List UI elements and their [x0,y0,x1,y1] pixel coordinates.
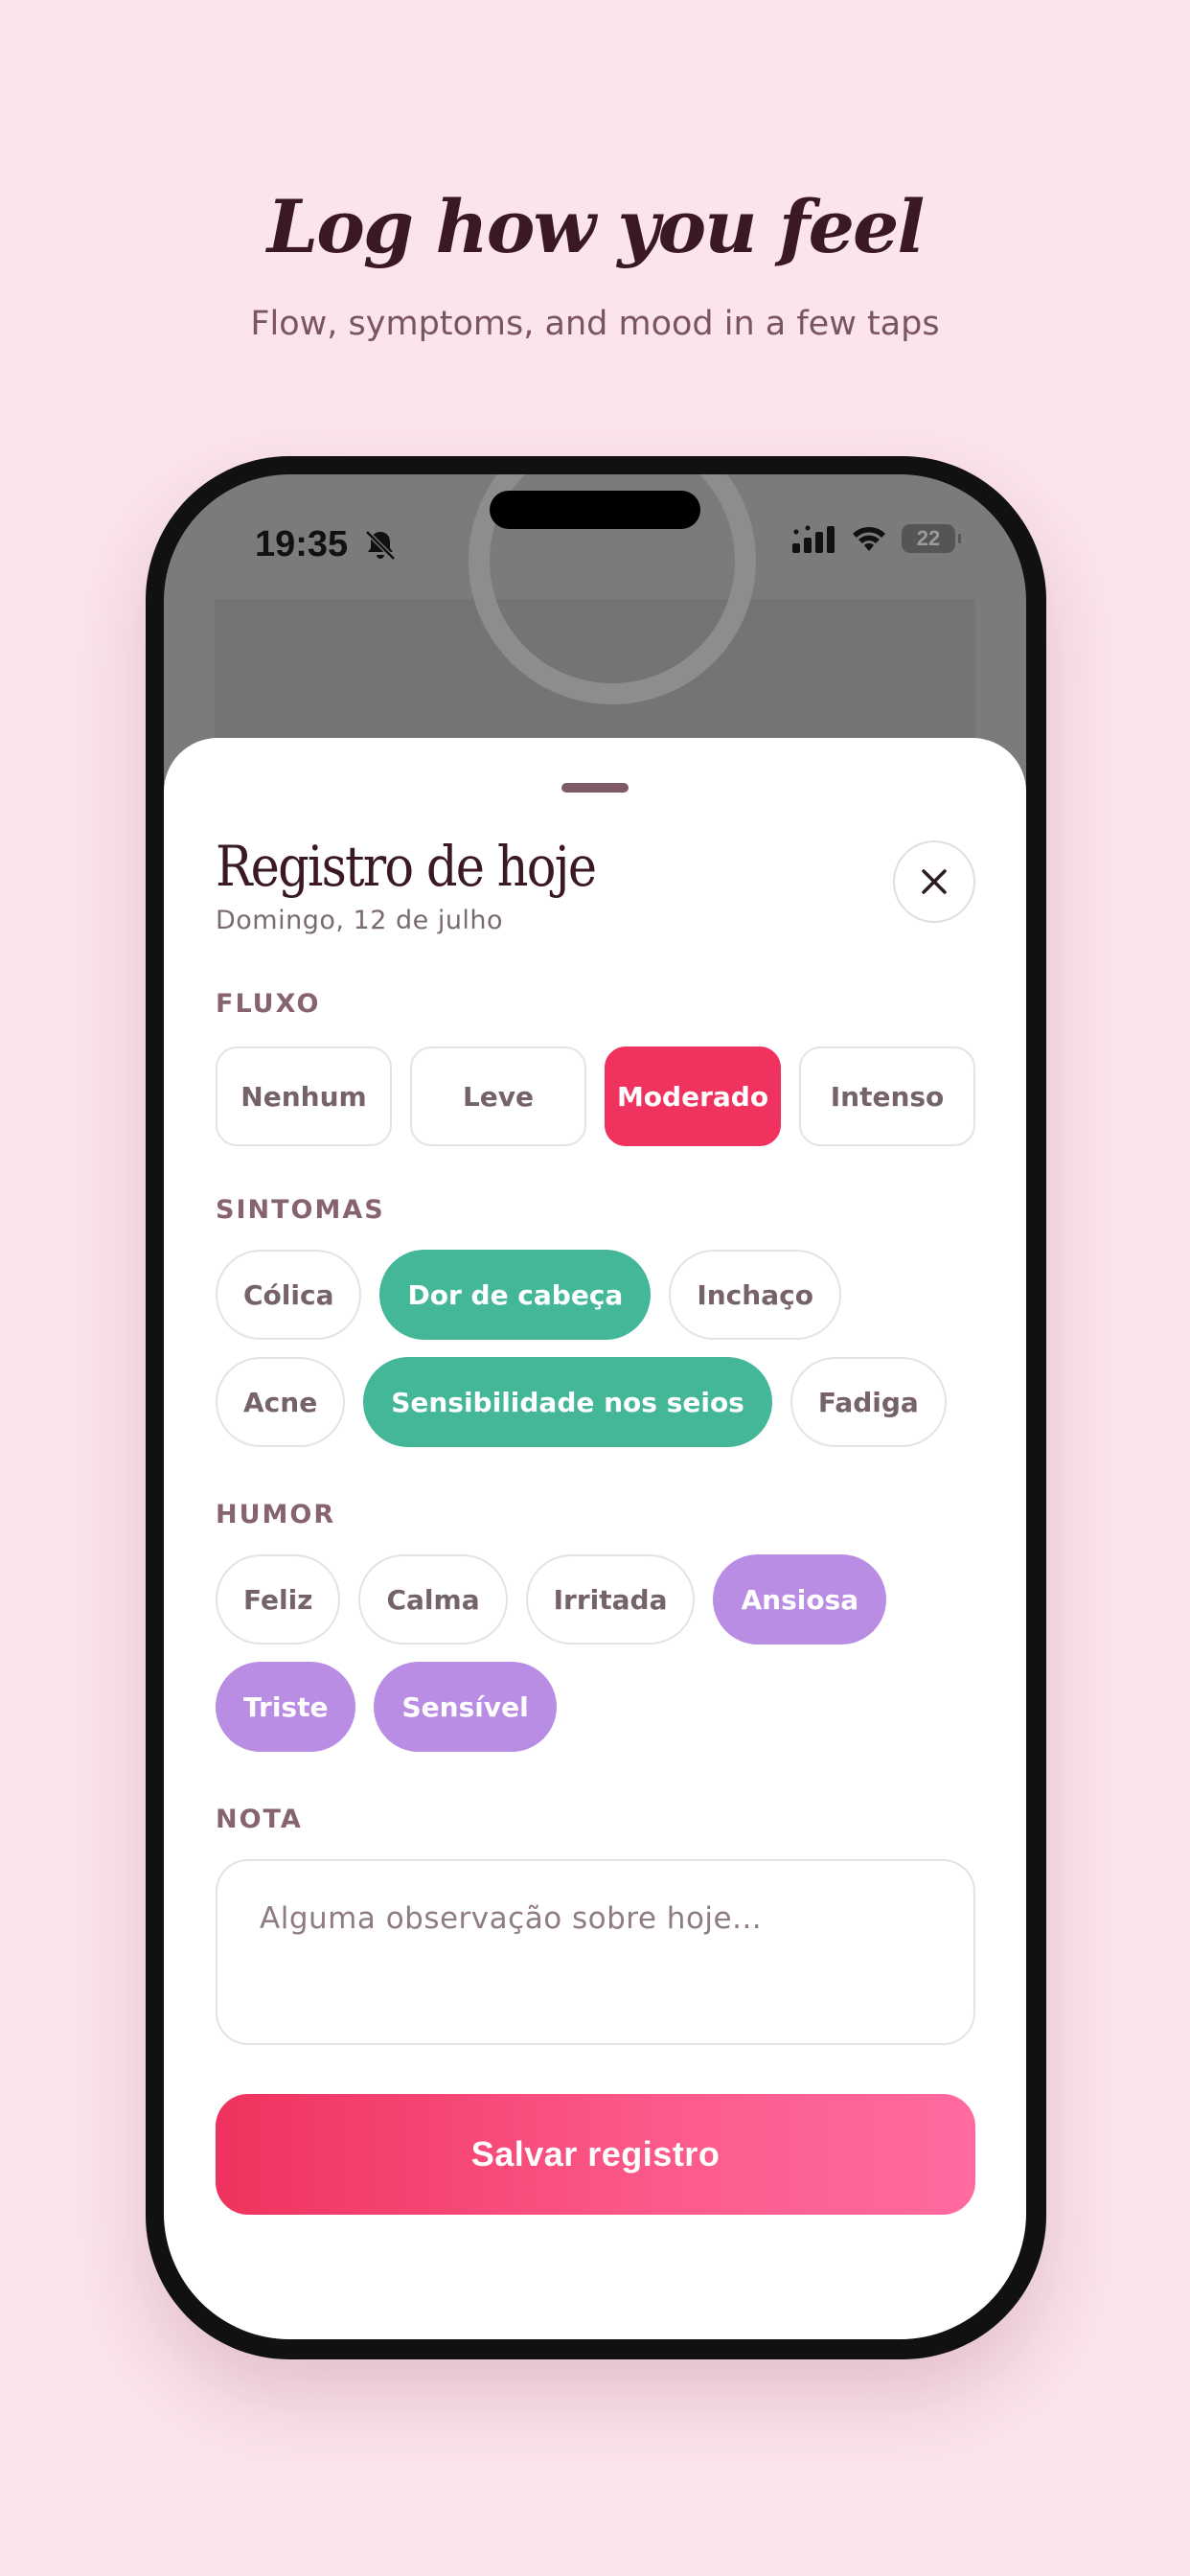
phone-screen: 19:35 22 Registro de hoje Domingo, 12 de… [164,474,1026,2339]
mood-section-label: HUMOR [216,1500,336,1530]
flow-section-label: FLUXO [216,989,321,1019]
mood-chip-calma[interactable]: Calma [358,1554,508,1644]
flow-options: Nenhum Leve Moderado Intenso [216,1046,975,1146]
symptom-chips: Cólica Dor de cabeça Inchaço Acne Sensib… [216,1250,982,1447]
mood-chip-feliz[interactable]: Feliz [216,1554,341,1644]
symptom-chip-acne[interactable]: Acne [216,1357,346,1447]
flow-option-moderado[interactable]: Moderado [605,1046,781,1146]
symptoms-section-label: SINTOMAS [216,1195,385,1225]
symptom-chip-fadiga[interactable]: Fadiga [790,1357,947,1447]
symptom-chip-sensibilidade-nos-seios[interactable]: Sensibilidade nos seios [363,1357,772,1447]
note-input[interactable] [260,1901,931,1936]
symptom-chip-inchaco[interactable]: Inchaço [669,1250,841,1340]
status-icons: 22 [792,524,961,553]
close-button[interactable] [893,840,975,923]
save-button[interactable]: Salvar registro [216,2094,975,2215]
wifi-icon [853,526,885,551]
note-field[interactable] [216,1859,975,2045]
log-sheet: Registro de hoje Domingo, 12 de julho FL… [164,738,1026,2339]
bell-slash-icon [365,530,396,561]
promo-subhead: Flow, symptoms, and mood in a few taps [250,305,940,343]
flow-option-nenhum[interactable]: Nenhum [216,1046,392,1146]
sheet-title: Registro de hoje [216,834,597,899]
status-time: 19:35 [255,524,349,564]
close-icon [922,869,947,894]
flow-option-intenso[interactable]: Intenso [799,1046,975,1146]
battery-icon: 22 [902,524,961,553]
dynamic-island [490,491,700,529]
symptom-chip-dor-de-cabeca[interactable]: Dor de cabeça [379,1250,652,1340]
mood-chip-sensivel[interactable]: Sensível [374,1662,557,1752]
mood-chip-ansiosa[interactable]: Ansiosa [713,1554,887,1644]
mood-chip-irritada[interactable]: Irritada [525,1554,696,1644]
cellular-signal-icon [792,525,835,553]
promo-headline: Log how you feel [266,184,925,269]
note-section-label: NOTA [216,1805,303,1834]
sheet-date: Domingo, 12 de julho [216,906,504,935]
symptom-chip-colica[interactable]: Cólica [216,1250,362,1340]
flow-option-leve[interactable]: Leve [410,1046,586,1146]
sheet-grabber[interactable] [561,783,629,793]
mood-chip-triste[interactable]: Triste [216,1662,356,1752]
mood-chips: Feliz Calma Irritada Ansiosa Triste Sens… [216,1554,982,1752]
